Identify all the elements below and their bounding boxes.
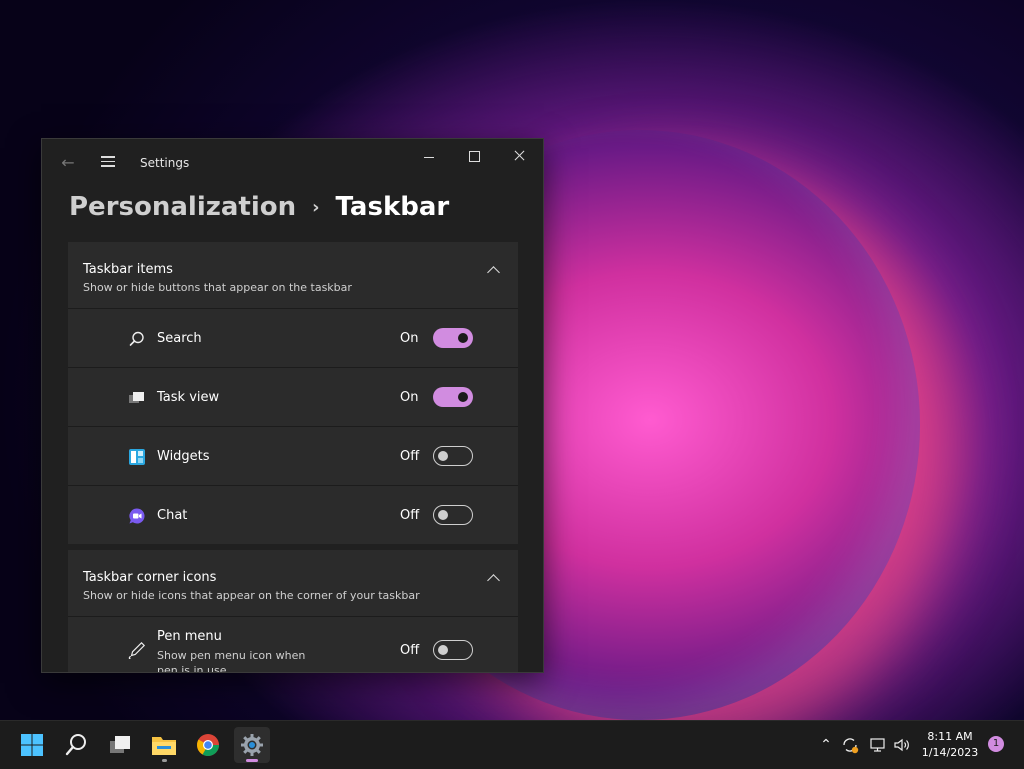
- search-icon: [65, 734, 86, 756]
- task-view-icon: [129, 392, 144, 403]
- setting-label: Task view: [157, 390, 220, 405]
- toggle-state: Off: [400, 449, 420, 464]
- taskbar-chrome[interactable]: [190, 727, 226, 763]
- section-title: Taskbar corner icons: [83, 570, 217, 585]
- clock-time: 8:11 AM: [927, 730, 973, 743]
- notification-badge[interactable]: 1: [988, 736, 1004, 752]
- pen-menu-toggle[interactable]: [433, 640, 473, 660]
- toggle-state: On: [400, 331, 419, 346]
- breadcrumb-chevron-icon: ›: [312, 196, 320, 218]
- network-icon[interactable]: [868, 735, 888, 755]
- taskbar-settings[interactable]: [234, 727, 270, 763]
- chat-toggle[interactable]: [433, 505, 473, 525]
- section-description: Show or hide icons that appear on the co…: [83, 589, 420, 602]
- taskbar: ⌃ 8:11 AM 1/14/2023 1: [0, 720, 1024, 769]
- pen-icon: [128, 641, 146, 659]
- setting-label: Widgets: [157, 449, 210, 464]
- widgets-toggle[interactable]: [433, 446, 473, 466]
- settings-icon: [241, 734, 263, 756]
- breadcrumb-parent[interactable]: Personalization: [69, 192, 296, 222]
- toggle-state: Off: [400, 508, 420, 523]
- widgets-icon: [129, 449, 145, 465]
- setting-label: Pen menu: [157, 629, 222, 644]
- toggle-state: Off: [400, 643, 420, 658]
- window-title: Settings: [140, 156, 190, 170]
- minimize-button[interactable]: [406, 143, 452, 173]
- task-view-toggle[interactable]: [433, 387, 473, 407]
- search-icon: [129, 331, 144, 346]
- taskbar-file-explorer[interactable]: [146, 727, 182, 763]
- setting-label: Chat: [157, 508, 188, 523]
- taskbar-items-header[interactable]: Taskbar items Show or hide buttons that …: [68, 242, 518, 309]
- setting-row-widgets: Widgets Off: [68, 427, 518, 486]
- close-button[interactable]: [496, 143, 542, 173]
- setting-row-task-view: Task view On: [68, 368, 518, 427]
- clock[interactable]: 8:11 AM 1/14/2023: [918, 729, 982, 761]
- taskbar-items-section: Taskbar items Show or hide buttons that …: [68, 242, 518, 544]
- title-bar[interactable]: ← Settings: [42, 139, 543, 189]
- task-view-icon: [110, 736, 130, 753]
- chat-icon: [129, 508, 145, 524]
- maximize-button[interactable]: [451, 143, 497, 173]
- chevron-up-icon[interactable]: [487, 574, 500, 587]
- breadcrumb: Personalization › Taskbar: [69, 187, 449, 227]
- setting-description: Show pen menu icon when pen is in use: [157, 649, 306, 673]
- back-arrow-icon[interactable]: ←: [58, 153, 78, 173]
- chevron-up-icon[interactable]: ⌃: [816, 735, 836, 755]
- taskbar-task-view-button[interactable]: [102, 727, 138, 763]
- corner-icons-header[interactable]: Taskbar corner icons Show or hide icons …: [68, 550, 518, 617]
- section-description: Show or hide buttons that appear on the …: [83, 281, 352, 294]
- volume-icon[interactable]: [892, 735, 912, 755]
- hamburger-menu-icon[interactable]: [98, 153, 118, 173]
- chevron-up-icon[interactable]: [487, 266, 500, 279]
- setting-label: Search: [157, 331, 202, 346]
- setting-row-search: Search On: [68, 309, 518, 368]
- taskbar-corner-icons-section: Taskbar corner icons Show or hide icons …: [68, 550, 518, 673]
- setting-row-pen-menu: Pen menu Show pen menu icon when pen is …: [68, 617, 518, 673]
- clock-date: 1/14/2023: [921, 746, 979, 759]
- section-title: Taskbar items: [83, 262, 173, 277]
- start-icon: [21, 734, 43, 756]
- toggle-state: On: [400, 390, 419, 405]
- chrome-icon: [197, 734, 219, 756]
- start-button[interactable]: [14, 727, 50, 763]
- page-title: Taskbar: [335, 192, 450, 222]
- update-icon[interactable]: [840, 735, 860, 755]
- taskbar-search-button[interactable]: [58, 727, 94, 763]
- file-explorer-icon: [152, 737, 176, 755]
- setting-row-chat: Chat Off: [68, 486, 518, 544]
- settings-window: ← Settings Personalization › Taskbar Tas…: [41, 138, 544, 673]
- search-toggle[interactable]: [433, 328, 473, 348]
